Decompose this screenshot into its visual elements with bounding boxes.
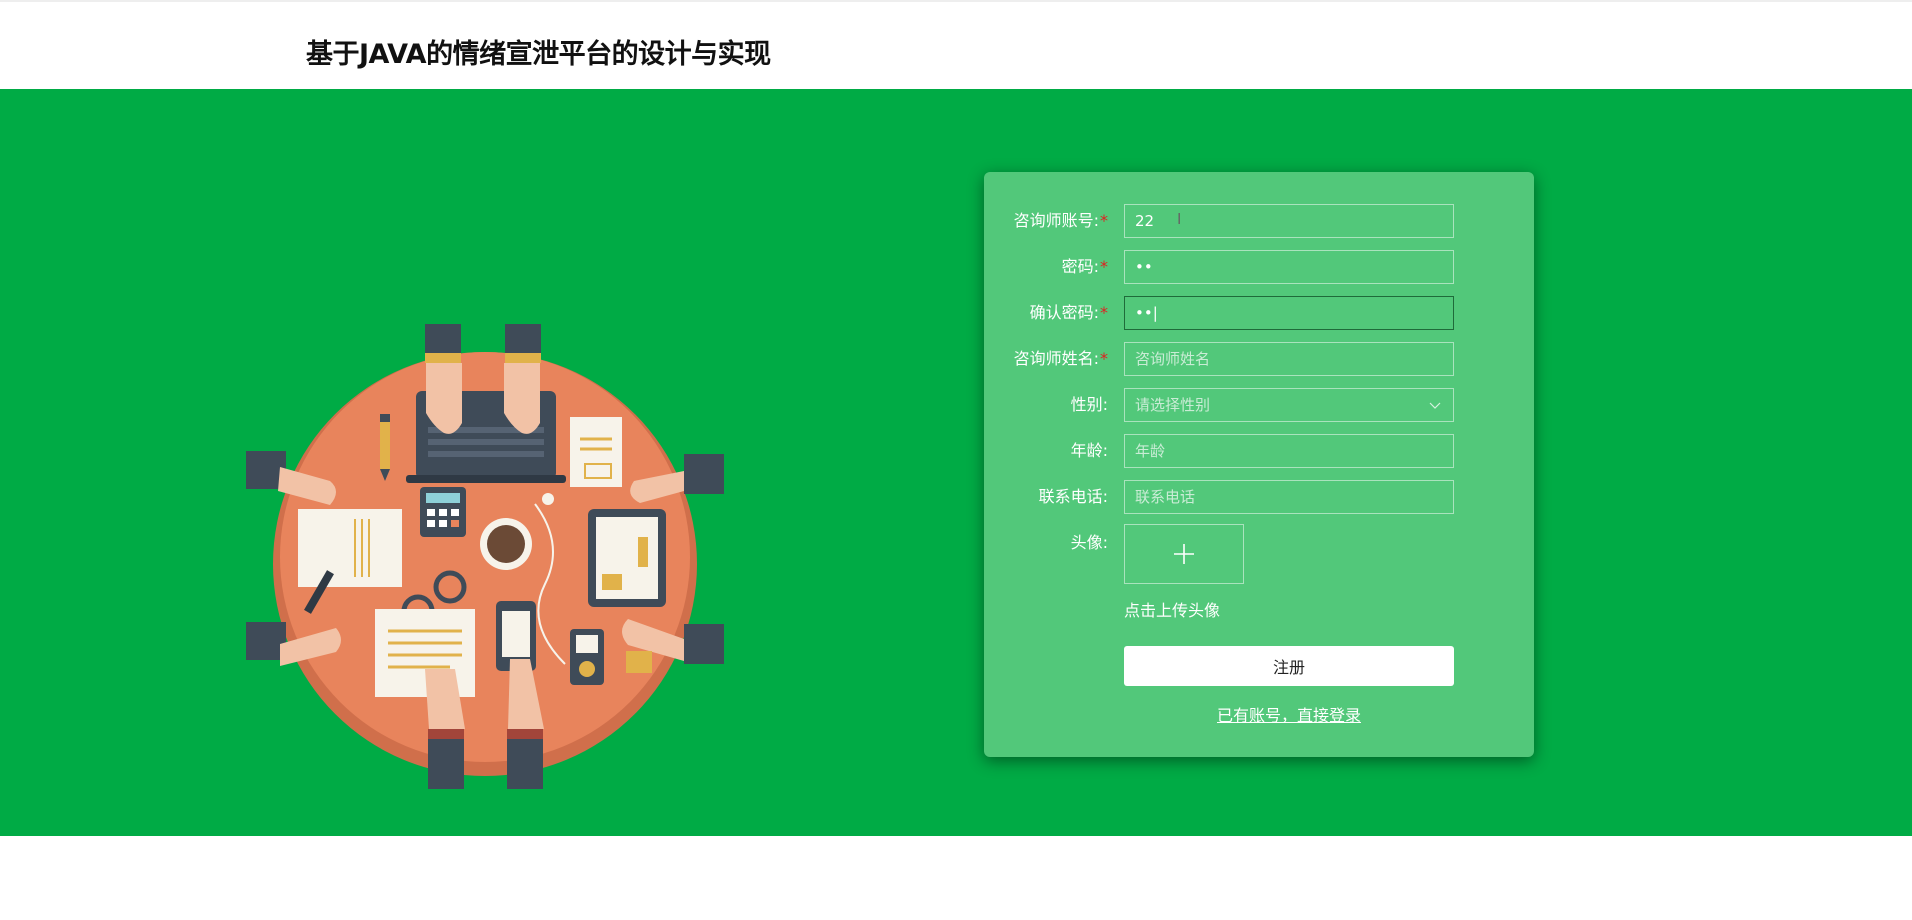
chevron-down-icon xyxy=(1429,402,1441,409)
register-card: 咨询师账号:* 密码:* 确认密码:* 咨询师姓名:* 性别: 请选择性别 年龄… xyxy=(984,172,1534,757)
account-row: 咨询师账号:* xyxy=(984,204,1534,238)
name-field xyxy=(1124,342,1454,376)
required-mark: * xyxy=(1100,257,1108,276)
confirm-password-field xyxy=(1124,296,1454,330)
age-input[interactable] xyxy=(1125,435,1453,467)
account-input[interactable] xyxy=(1125,205,1453,237)
page-title: 基于JAVA的情绪宣泄平台的设计与实现 xyxy=(306,39,771,70)
meeting-table-illustration xyxy=(246,324,724,789)
gender-label: 性别: xyxy=(1070,395,1108,414)
gender-select[interactable]: 请选择性别 xyxy=(1124,388,1454,422)
phone-input[interactable] xyxy=(1125,481,1453,513)
avatar-label: 头像: xyxy=(1070,533,1108,552)
confirm-password-input[interactable] xyxy=(1125,297,1453,329)
register-button[interactable]: 注册 xyxy=(1124,646,1454,686)
text-cursor-icon: I xyxy=(1177,210,1182,228)
phone-field xyxy=(1124,480,1454,514)
gender-select-placeholder: 请选择性别 xyxy=(1135,396,1211,414)
age-label: 年龄: xyxy=(1070,441,1108,460)
login-link[interactable]: 已有账号，直接登录 xyxy=(1124,702,1454,726)
password-input[interactable] xyxy=(1125,251,1453,283)
confirm-password-label: 确认密码:* xyxy=(1029,303,1108,322)
avatar-upload[interactable] xyxy=(1124,524,1244,584)
gender-row: 性别: 请选择性别 xyxy=(984,388,1534,422)
age-row: 年龄: xyxy=(984,434,1534,468)
password-row: 密码:* xyxy=(984,250,1534,284)
avatar-row: 头像: xyxy=(984,526,1534,560)
phone-label: 联系电话: xyxy=(1038,487,1108,506)
phone-row: 联系电话: xyxy=(984,480,1534,514)
plus-icon xyxy=(1174,544,1194,564)
required-mark: * xyxy=(1100,349,1108,368)
account-label: 咨询师账号:* xyxy=(1013,211,1108,230)
account-field xyxy=(1124,204,1454,238)
required-mark: * xyxy=(1100,303,1108,322)
name-input[interactable] xyxy=(1125,343,1453,375)
name-label: 咨询师姓名:* xyxy=(1013,349,1108,368)
password-label: 密码:* xyxy=(1061,257,1108,276)
password-field xyxy=(1124,250,1454,284)
upload-hint[interactable]: 点击上传头像 xyxy=(1124,597,1220,621)
site-header: 基于JAVA的情绪宣泄平台的设计与实现 xyxy=(0,2,1912,89)
hero-banner xyxy=(0,89,1912,836)
age-field xyxy=(1124,434,1454,468)
required-mark: * xyxy=(1100,211,1108,230)
name-row: 咨询师姓名:* xyxy=(984,342,1534,376)
confirm-password-row: 确认密码:* xyxy=(984,296,1534,330)
